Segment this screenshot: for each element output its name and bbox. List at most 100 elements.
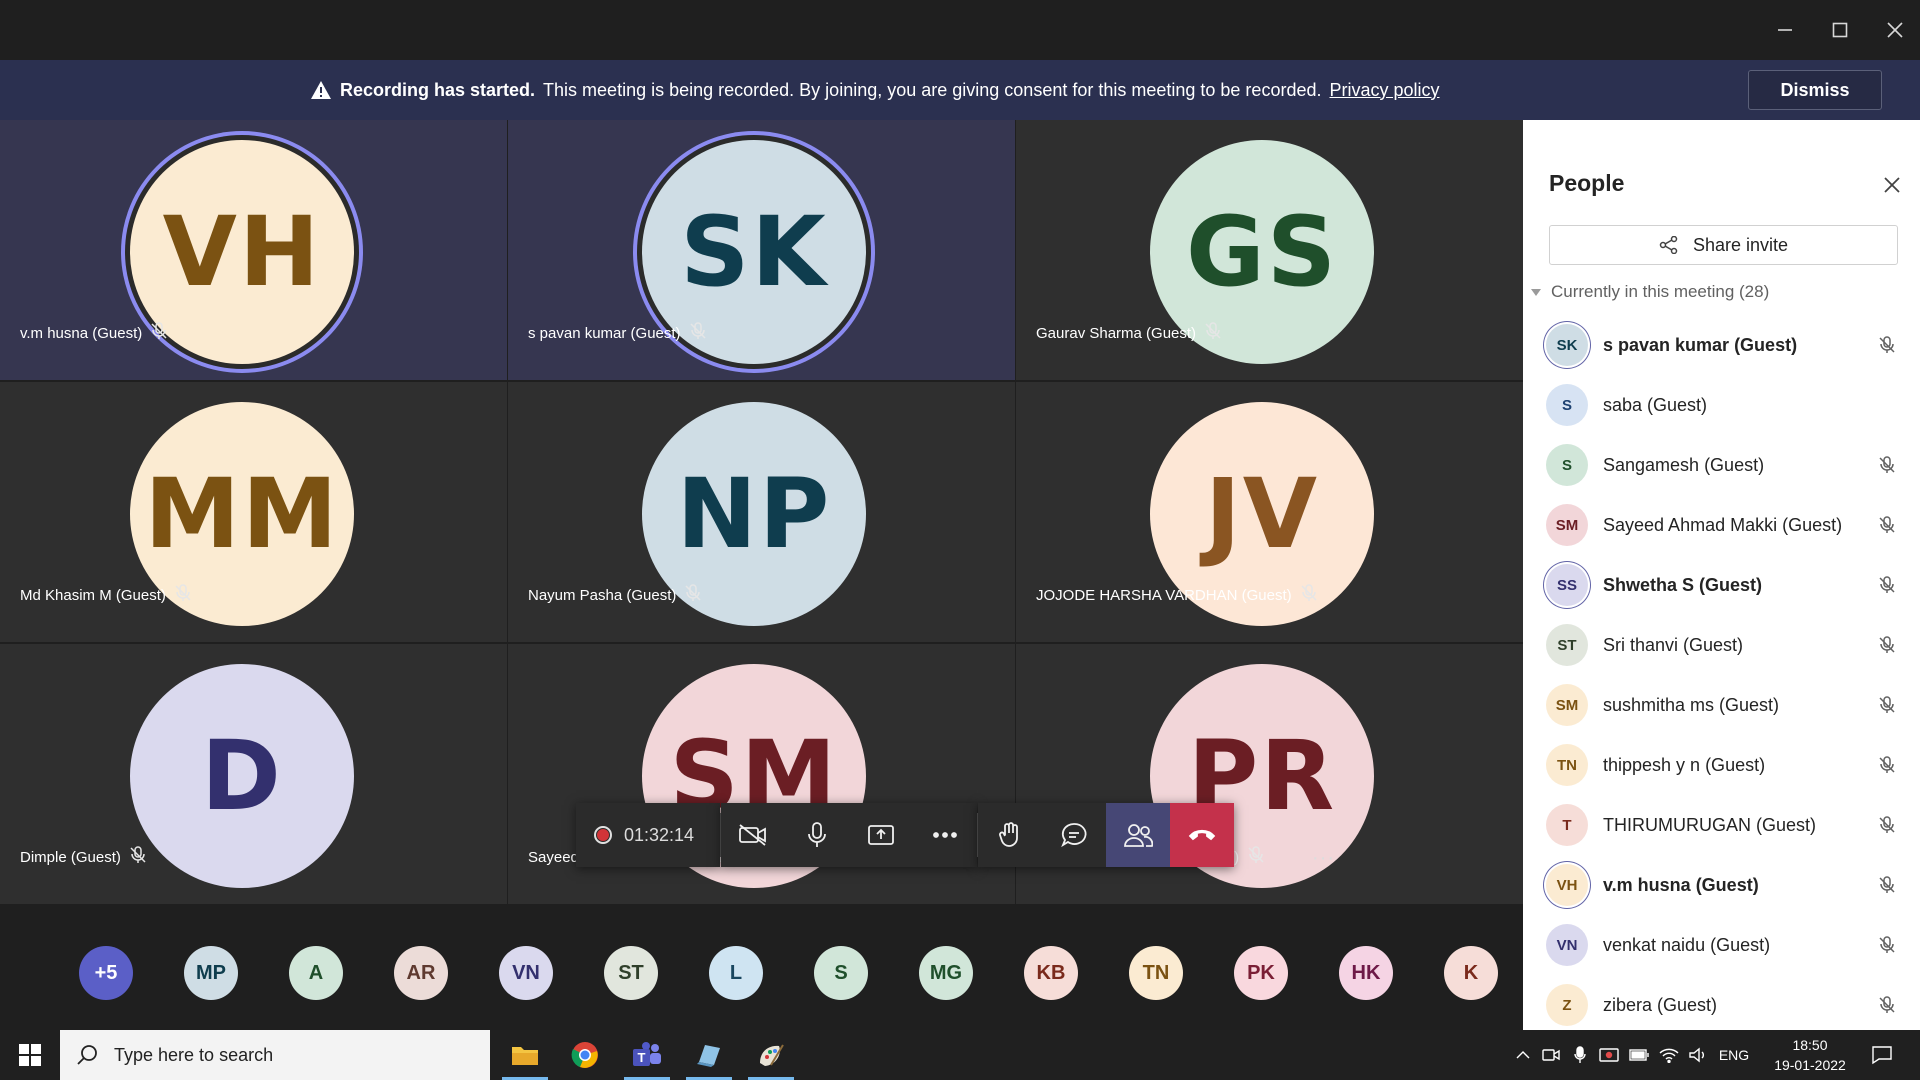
participant-row[interactable]: Zzibera (Guest) — [1523, 975, 1920, 1030]
mic-toggle-button[interactable] — [785, 803, 849, 867]
tile-name-label: Md Khasim M (Guest) — [20, 584, 192, 606]
share-screen-button[interactable] — [849, 803, 913, 867]
share-icon — [1659, 236, 1678, 254]
paint-app[interactable] — [742, 1030, 800, 1080]
meeting-section-header[interactable]: Currently in this meeting (28) — [1531, 282, 1769, 302]
share-invite-button[interactable]: Share invite — [1549, 225, 1898, 265]
video-tile[interactable]: D Dimple (Guest) — [0, 644, 507, 904]
video-tile[interactable]: MM Md Khasim M (Guest) — [0, 382, 507, 642]
video-tile[interactable]: JV JOJODE HARSHA VARDHAN (Guest) — [1016, 382, 1523, 642]
participant-row[interactable]: TN thippesh y n (Guest) — [1523, 735, 1920, 795]
people-button[interactable] — [1106, 803, 1170, 867]
participant-name: s pavan kumar (Guest) — [528, 324, 681, 342]
clock-time: 18:50 — [1792, 1037, 1828, 1053]
notification-icon — [1872, 1046, 1892, 1065]
video-tile[interactable]: SK s pavan kumar (Guest) — [508, 120, 1015, 380]
privacy-policy-link[interactable]: Privacy policy — [1329, 80, 1439, 101]
hang-up-icon — [1188, 829, 1216, 841]
roster-avatar[interactable]: HK — [1339, 946, 1393, 1000]
participant-row[interactable]: Ssaba (Guest) — [1523, 375, 1920, 435]
tray-expand-button[interactable] — [1510, 1050, 1536, 1060]
notifications-button[interactable] — [1862, 1030, 1902, 1080]
mic-off-icon — [1300, 584, 1318, 606]
close-window-button[interactable] — [1875, 10, 1915, 50]
wifi-icon — [1659, 1048, 1679, 1063]
roster-avatar[interactable]: A — [289, 946, 343, 1000]
participant-name: Sayeed Ahmad Makki (Guest) — [1603, 514, 1843, 535]
volume-button[interactable] — [1684, 1047, 1712, 1063]
camera-toggle-button[interactable] — [721, 803, 785, 867]
tile-name-label: s pavan kumar (Guest) — [528, 322, 707, 344]
participant-avatar: ST — [1546, 624, 1588, 666]
video-tile[interactable]: VH v.m husna (Guest) — [0, 120, 507, 380]
start-button[interactable] — [0, 1030, 60, 1080]
banner-text: This meeting is being recorded. By joini… — [543, 79, 1322, 100]
participant-row[interactable]: VN venkat naidu (Guest) — [1523, 915, 1920, 975]
battery-button[interactable] — [1624, 1049, 1654, 1061]
participant-row[interactable]: SS Shwetha S (Guest) — [1523, 555, 1920, 615]
camera-icon — [1542, 1049, 1560, 1061]
mic-off-icon — [1875, 513, 1899, 537]
participant-name: s pavan kumar (Guest) — [1603, 334, 1798, 355]
file-explorer-app[interactable] — [496, 1030, 554, 1080]
dismiss-button[interactable]: Dismiss — [1748, 70, 1882, 110]
tile-more-icon[interactable]: ··· — [1312, 847, 1335, 870]
video-tile[interactable]: NP Nayum Pasha (Guest) — [508, 382, 1015, 642]
leave-button[interactable] — [1170, 803, 1234, 867]
chat-button[interactable] — [1042, 803, 1106, 867]
meeting-timer: 01:32:14 — [624, 824, 695, 845]
close-people-button[interactable] — [1877, 170, 1907, 200]
recording-banner: Recording has started. This meeting is b… — [0, 60, 1920, 120]
video-tile[interactable]: GS Gaurav Sharma (Guest) — [1016, 120, 1523, 380]
tray-mic-button[interactable] — [1566, 1046, 1594, 1064]
screen-share-tray-button[interactable] — [1594, 1047, 1624, 1063]
more-actions-button[interactable] — [913, 803, 977, 867]
participant-row[interactable]: VH v.m husna (Guest) — [1523, 855, 1920, 915]
wifi-button[interactable] — [1654, 1047, 1684, 1063]
roster-avatar[interactable]: MG — [919, 946, 973, 1000]
participant-row[interactable]: S Sangamesh (Guest) — [1523, 435, 1920, 495]
mic-off-icon — [150, 322, 168, 344]
roster-avatar[interactable]: PK — [1234, 946, 1288, 1000]
roster-avatar[interactable]: L — [709, 946, 763, 1000]
close-icon — [1887, 22, 1903, 38]
roster-avatar[interactable]: KB — [1024, 946, 1078, 1000]
minimize-icon — [1778, 29, 1792, 31]
roster-avatar[interactable]: MP — [184, 946, 238, 1000]
svg-text:T: T — [638, 1050, 646, 1065]
overflow-participants-button[interactable]: +5 — [79, 946, 133, 1000]
participant-row[interactable]: T THIRUMURUGAN (Guest) — [1523, 795, 1920, 855]
mic-off-icon — [1875, 873, 1899, 897]
roster-avatar[interactable]: ST — [604, 946, 658, 1000]
participant-row[interactable]: SK s pavan kumar (Guest) — [1523, 315, 1920, 375]
participant-row[interactable]: SM Sayeed Ahmad Makki (Guest) — [1523, 495, 1920, 555]
participant-row[interactable]: ST Sri thanvi (Guest) — [1523, 615, 1920, 675]
taskbar-clock[interactable]: 18:50 19-01-2022 — [1770, 1035, 1850, 1075]
chat-icon — [1061, 823, 1087, 848]
search-input[interactable] — [114, 1044, 474, 1066]
maximize-button[interactable] — [1820, 10, 1860, 50]
meet-now-button[interactable] — [1536, 1047, 1566, 1063]
minimize-button[interactable] — [1765, 10, 1805, 50]
taskbar-search[interactable] — [60, 1030, 490, 1080]
participant-name: Dimple (Guest) — [20, 848, 121, 866]
roster-avatar[interactable]: S — [814, 946, 868, 1000]
roster-avatar[interactable]: TN — [1129, 946, 1183, 1000]
participant-name: v.m husna (Guest) — [1603, 874, 1759, 895]
participant-avatar: SS — [1546, 564, 1588, 606]
participant-list: SK s pavan kumar (Guest) Ssaba (Guest) S San… — [1523, 315, 1920, 1030]
notes-app[interactable] — [680, 1030, 738, 1080]
participant-row[interactable]: SM sushmitha ms (Guest) — [1523, 675, 1920, 735]
roster-avatar[interactable]: K — [1444, 946, 1498, 1000]
participant-name: Sri thanvi (Guest) — [1603, 634, 1744, 655]
warning-icon — [311, 81, 331, 99]
chrome-app[interactable] — [556, 1030, 614, 1080]
language-indicator[interactable]: ENG — [1712, 1047, 1756, 1063]
mic-off-icon — [1875, 453, 1899, 477]
roster-avatar[interactable]: AR — [394, 946, 448, 1000]
raise-hand-button[interactable] — [978, 803, 1042, 867]
maximize-icon — [1832, 22, 1848, 38]
roster-avatar[interactable]: VN — [499, 946, 553, 1000]
participant-avatar: S — [1546, 444, 1588, 486]
teams-app[interactable]: T — [618, 1030, 676, 1080]
